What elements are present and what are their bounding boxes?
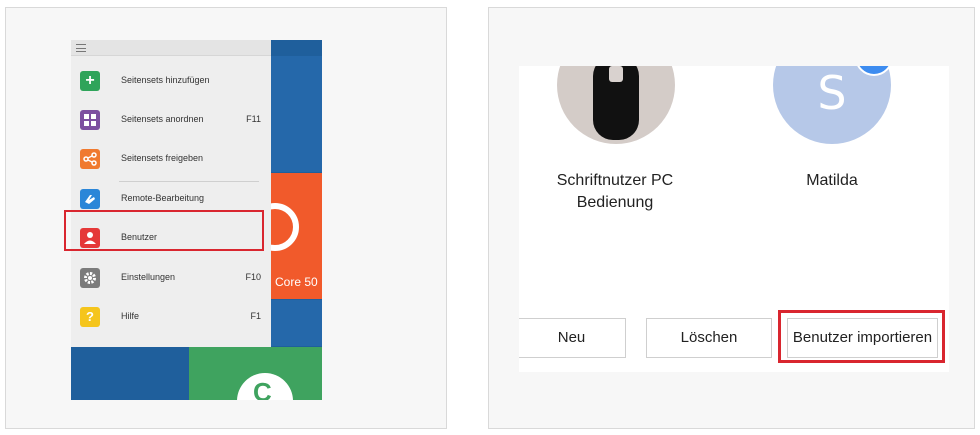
menu-item-label: Hilfe [121,311,140,321]
menu-item-arrange-pagesets[interactable]: Seitensets anordnen F11 [71,101,271,140]
hamburger-icon[interactable] [76,44,86,52]
menu-item-label: Seitensets freigeben [121,153,204,163]
menu-item-settings[interactable]: Einstellungen F10 [71,259,271,298]
menu-item-label: Einstellungen [121,272,176,282]
mouse-device-icon [593,66,639,140]
tile-core50[interactable]: Core 50 [251,173,322,299]
menu-item-label: Seitensets hinzufügen [121,75,210,85]
menu-item-label: Seitensets anordnen [121,114,204,124]
tile-blue-top [271,56,322,172]
share-icon [80,149,100,169]
core-tile-label: Core 50 [275,275,318,289]
menu-item-shortcut: F11 [246,114,261,124]
user-name-line1: Schriftnutzer PC [556,172,674,189]
c-tile-letter: C [253,377,272,400]
tile-blue-bottom-left [71,347,188,400]
menu-item-shortcut: F10 [245,272,261,282]
user-name-matilda: Matilda [753,170,911,192]
menu-item-help[interactable]: ? Hilfe F1 [71,298,271,337]
remote-hand-icon [80,189,100,209]
user-avatar-schriftnutzer[interactable] [557,66,675,144]
highlight-import-button [778,310,945,363]
gear-icon [80,268,100,288]
highlight-users-menu-item [64,210,264,251]
menu-item-label: Remote-Bearbeitung [121,193,205,203]
menu-item-share-pagesets[interactable]: Seitensets freigeben [71,140,271,179]
user-name-line1: Matilda [806,172,858,189]
right-screenshot-panel: S Schriftnutzer PC Bedienung Matilda Neu… [488,7,975,429]
tile-green-c[interactable]: C [189,347,322,400]
user-name-line2: Bedienung [576,194,654,211]
plus-icon: + [80,71,100,91]
new-user-button[interactable]: Neu [519,318,626,358]
menu-item-add-pagesets[interactable]: + Seitensets hinzufügen [71,62,271,101]
menu-header [71,40,271,56]
tile-blue-mid [271,300,322,346]
user-name-schriftnutzer: Schriftnutzer PC Bedienung [535,170,695,214]
main-menu: + Seitensets hinzufügen Seitensets anord… [71,40,271,347]
menu-item-shortcut: F1 [250,311,261,321]
delete-user-button[interactable]: Löschen [646,318,772,358]
grid-icon [80,110,100,130]
question-icon: ? [80,307,100,327]
